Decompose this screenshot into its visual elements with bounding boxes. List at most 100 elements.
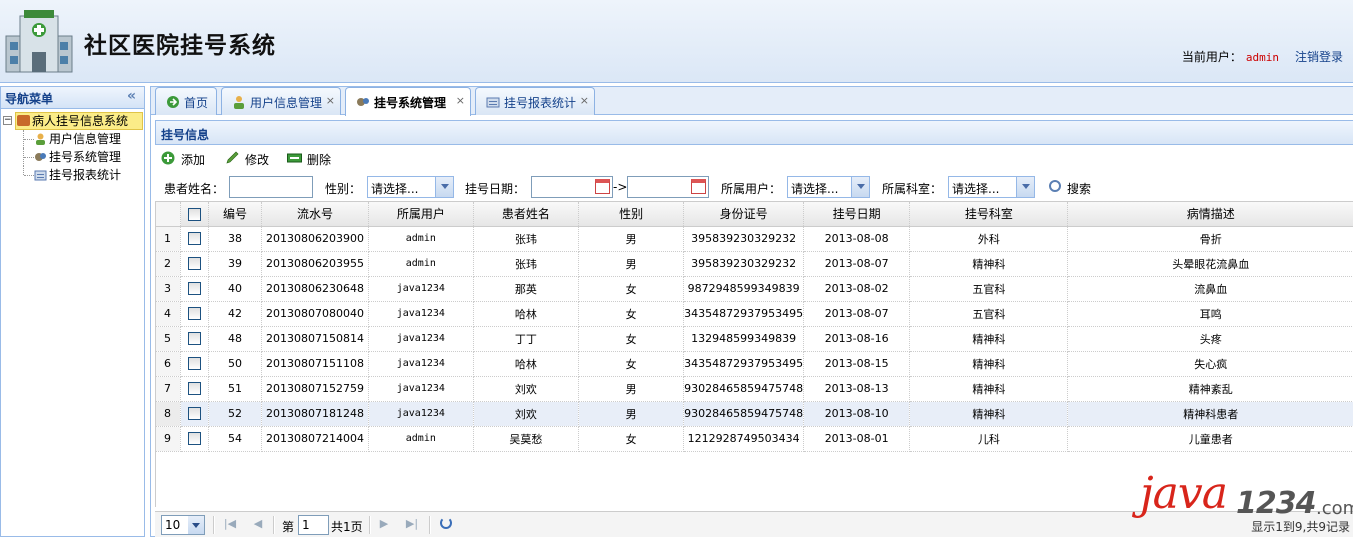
cell-patient-name: 刘欢 — [473, 401, 580, 427]
last-page-icon[interactable]: ▶| — [405, 517, 419, 531]
search-button[interactable]: 搜索 — [1049, 180, 1091, 197]
row-checkbox[interactable] — [188, 232, 202, 246]
cell-user: java1234 — [368, 376, 474, 402]
column-header[interactable]: 病情描述 — [1067, 202, 1353, 227]
user-select[interactable]: 请选择... — [787, 176, 870, 198]
select-all-header — [180, 202, 209, 227]
table-row[interactable]: 1 38 20130806203900 admin 张玮 男 395839230… — [156, 226, 1353, 252]
cell-desc: 耳鸣 — [1067, 301, 1353, 327]
row-checkbox[interactable] — [188, 407, 202, 421]
add-button[interactable]: 添加 — [161, 151, 205, 168]
cell-idcard: 93028465859475748 — [683, 376, 805, 402]
cell-id: 51 — [208, 376, 263, 402]
sidebar-item-user-info[interactable]: 用户信息管理 — [1, 130, 144, 148]
cell-idcard: 93028465859475748 — [683, 401, 805, 427]
total-pages-label: 共1页 — [331, 520, 363, 534]
dept-label: 所属科室： — [882, 182, 943, 196]
cell-dept: 儿科 — [909, 426, 1069, 452]
logout-link[interactable]: 注销登录 — [1295, 50, 1343, 64]
sidebar-item-report[interactable]: 挂号报表统计 — [1, 166, 144, 184]
date-end-input[interactable] — [627, 176, 709, 198]
column-header[interactable]: 挂号日期 — [803, 202, 911, 227]
close-icon[interactable]: × — [580, 94, 589, 107]
search-button-label: 搜索 — [1067, 182, 1092, 196]
select-all-checkbox[interactable] — [188, 207, 202, 221]
first-page-icon[interactable]: |◀ — [223, 517, 237, 531]
table-row[interactable]: 9 54 20130807214004 admin 吴莫愁 女 12129287… — [156, 426, 1353, 452]
table-row[interactable]: 4 42 20130807080040 java1234 哈林 女 343548… — [156, 301, 1353, 327]
table-row[interactable]: 7 51 20130807152759 java1234 刘欢 男 930284… — [156, 376, 1353, 402]
chevron-down-icon[interactable] — [188, 516, 204, 534]
cell-date: 2013-08-13 — [803, 376, 911, 402]
delete-button[interactable]: 删除 — [287, 151, 331, 168]
column-header[interactable]: 所属用户 — [368, 202, 474, 227]
tab-report[interactable]: 挂号报表统计 × — [475, 87, 595, 115]
column-header[interactable]: 编号 — [208, 202, 263, 227]
page-size-select[interactable]: 10 — [161, 515, 205, 535]
sidebar-item-registration[interactable]: 挂号系统管理 — [1, 148, 144, 166]
column-header[interactable]: 挂号科室 — [909, 202, 1069, 227]
row-checkbox[interactable] — [188, 382, 202, 396]
refresh-icon[interactable] — [440, 517, 452, 529]
tree-root-patient-system[interactable]: − 病人挂号信息系统 — [3, 112, 143, 130]
cell-patient-name: 刘欢 — [473, 376, 580, 402]
home-icon — [167, 96, 179, 108]
cell-date: 2013-08-07 — [803, 301, 911, 327]
date-start-input[interactable] — [531, 176, 613, 198]
cell-gender: 男 — [578, 251, 685, 277]
close-icon[interactable]: × — [326, 94, 335, 107]
calendar-icon[interactable] — [595, 179, 610, 194]
tab-registration[interactable]: 挂号系统管理 × — [345, 87, 471, 116]
table-row[interactable]: 2 39 20130806203955 admin 张玮 男 395839230… — [156, 251, 1353, 277]
cell-serial: 20130806230648 — [261, 276, 369, 302]
page-number-input[interactable]: 1 — [298, 515, 329, 535]
row-checkbox[interactable] — [188, 357, 202, 371]
tab-label: 挂号报表统计 — [504, 96, 577, 110]
cell-serial: 20130807151108 — [261, 351, 369, 377]
cell-date: 2013-08-07 — [803, 251, 911, 277]
next-page-icon[interactable]: ▶ — [377, 517, 391, 531]
tab-home[interactable]: 首页 — [155, 87, 217, 115]
cell-gender: 女 — [578, 301, 685, 327]
chevron-down-icon[interactable] — [1016, 177, 1034, 197]
prev-page-icon[interactable]: ◀ — [251, 517, 265, 531]
collapse-icon[interactable]: « — [127, 88, 136, 104]
column-header[interactable]: 流水号 — [261, 202, 369, 227]
column-header[interactable]: 身份证号 — [683, 202, 805, 227]
row-checkbox[interactable] — [188, 282, 202, 296]
table-row[interactable]: 8 52 20130807181248 java1234 刘欢 男 930284… — [156, 401, 1353, 427]
tree-root-label: 病人挂号信息系统 — [32, 114, 129, 128]
cell-dept: 五官科 — [909, 276, 1069, 302]
gender-select[interactable]: 请选择... — [367, 176, 454, 198]
app-header: 社区医院挂号系统 当前用户： admin 注销登录 — [0, 0, 1353, 83]
table-row[interactable]: 3 40 20130806230648 java1234 那英 女 987294… — [156, 276, 1353, 302]
patient-name-input[interactable] — [229, 176, 313, 198]
table-row[interactable]: 6 50 20130807151108 java1234 哈林 女 343548… — [156, 351, 1353, 377]
column-header[interactable]: 患者姓名 — [473, 202, 580, 227]
edit-button[interactable]: 修改 — [225, 151, 269, 168]
cell-id: 50 — [208, 351, 263, 377]
report-icon — [486, 97, 500, 108]
row-checkbox[interactable] — [188, 257, 202, 271]
column-header[interactable]: 性别 — [578, 202, 685, 227]
dept-select[interactable]: 请选择... — [948, 176, 1035, 198]
table-row[interactable]: 5 48 20130807150814 java1234 丁丁 女 132948… — [156, 326, 1353, 352]
cell-idcard: 395839230329232 — [683, 251, 805, 277]
cell-serial: 20130807214004 — [261, 426, 369, 452]
cell-user: java1234 — [368, 301, 474, 327]
row-checkbox[interactable] — [188, 432, 202, 446]
row-checkbox[interactable] — [188, 307, 202, 321]
close-icon[interactable]: × — [456, 94, 465, 107]
tree-collapse-icon[interactable]: − — [3, 116, 12, 125]
delete-icon — [287, 153, 302, 163]
row-checkbox[interactable] — [188, 332, 202, 346]
row-number: 8 — [156, 401, 182, 427]
tab-bar: 首页 用户信息管理 × 挂号系统管理 × 挂号报表统计 × — [151, 87, 1353, 116]
chevron-down-icon[interactable] — [851, 177, 869, 197]
calendar-icon[interactable] — [691, 179, 706, 194]
cell-gender: 女 — [578, 276, 685, 302]
chevron-down-icon[interactable] — [435, 177, 453, 197]
page-size-value: 10 — [165, 518, 181, 532]
tab-user-info[interactable]: 用户信息管理 × — [221, 87, 341, 115]
sidebar: 导航菜单 « − 病人挂号信息系统 用户信息管理 挂号系统管理 挂号报表统计 — [0, 86, 145, 537]
